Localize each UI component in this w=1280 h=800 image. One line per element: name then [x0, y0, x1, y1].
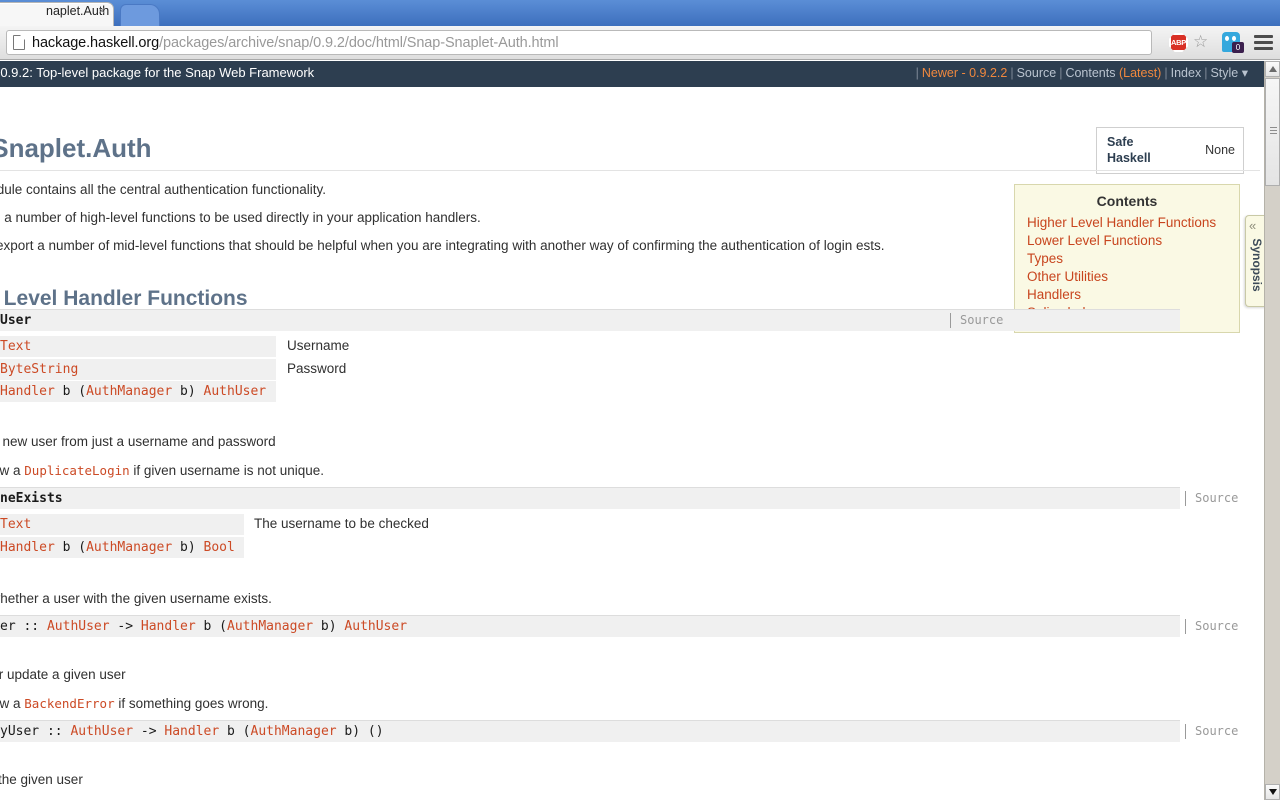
argument-type: ByteString [0, 359, 276, 380]
argument-type-text: Handler b (AuthManager b) AuthUser [0, 384, 267, 399]
bookmark-star-icon[interactable]: ☆ [1193, 33, 1211, 51]
menu-line [1254, 35, 1273, 38]
argument-type: Text [0, 514, 244, 535]
haddock-header-nav: | Newer - 0.9.2.2 | Source | Contents (Latest… [913, 65, 1248, 80]
safe-haskell-value: None [1205, 143, 1235, 157]
url-path: /packages/archive/snap/0.9.2/doc/html/Sn… [159, 34, 559, 51]
entry-description: hrow a BackendError if something goes wr… [0, 696, 269, 711]
adblock-plus-icon[interactable]: ABP [1169, 33, 1188, 52]
source-link[interactable]: Source [1185, 724, 1238, 739]
function-signature-row: er :: AuthUser -> Handler b (AuthManager… [0, 615, 1238, 637]
url-text: hackage.haskell.org/packages/archive/sna… [32, 35, 559, 51]
contents-link-handlers[interactable]: Handlers [1027, 287, 1081, 302]
nav-link-contents[interactable]: Contents [1065, 66, 1115, 80]
signature-text-destroy-user: yUser :: AuthUser -> Handler b (AuthMana… [0, 724, 384, 739]
page-icon [13, 35, 25, 50]
signature-text-create-user: User [0, 313, 32, 328]
function-signature-row: User Source [0, 309, 1180, 331]
contents-link-lower-level-functions[interactable]: Lower Level Functions [1027, 233, 1162, 248]
page-viewport: -0.9.2: Top-level package for the Snap W… [0, 61, 1280, 800]
chevron-left-icon: « [1249, 218, 1257, 233]
entry-description: e a new user from just a username and pa… [0, 434, 276, 449]
new-tab-button[interactable] [120, 4, 160, 26]
list-item: Other Utilities [1027, 268, 1239, 286]
signature-text-save-user: er :: AuthUser -> Handler b (AuthManager… [0, 619, 408, 634]
menu-line [1254, 46, 1273, 50]
list-item: Handlers [1027, 286, 1239, 304]
nav-separator: | [1059, 66, 1063, 80]
list-item: Higher Level Handler Functions [1027, 214, 1239, 232]
scroll-down-button[interactable] [1265, 784, 1280, 800]
contents-link-other-utilities[interactable]: Other Utilities [1027, 269, 1108, 284]
contents-list: Higher Level Handler Functions Lower Lev… [1015, 214, 1239, 322]
nav-link-source[interactable]: Source [1017, 66, 1057, 80]
contents-link-higher-level-handler-functions[interactable]: Higher Level Handler Functions [1027, 215, 1216, 230]
address-bar[interactable]: hackage.haskell.org/packages/archive/sna… [6, 30, 1152, 55]
scroll-up-button[interactable] [1265, 61, 1280, 77]
navigation-toolbar: hackage.haskell.org/packages/archive/sna… [0, 26, 1280, 60]
entry-description: oy the given user [0, 772, 83, 787]
haddock-header-bar: -0.9.2: Top-level package for the Snap W… [0, 61, 1264, 87]
intro-paragraph-2: orts a number of high-level functions to… [0, 210, 481, 225]
entry-description: e or update a given user [0, 667, 126, 682]
title-divider [0, 170, 1260, 171]
argument-doc: Username [287, 338, 350, 353]
extension-badge-count: 0 [1232, 42, 1244, 53]
nav-link-index[interactable]: Index [1171, 66, 1202, 80]
argument-type: Text [0, 336, 276, 357]
safe-haskell-table: Safe Haskell None [1096, 127, 1244, 174]
argument-type: Handler b (AuthManager b) AuthUser [0, 381, 276, 402]
argument-type-text: Handler b (AuthManager b) Bool [0, 540, 235, 555]
synopsis-label: Synopsis [1250, 238, 1264, 292]
contents-link-types[interactable]: Types [1027, 251, 1063, 266]
source-link[interactable]: Source [950, 313, 1003, 328]
url-host: hackage.haskell.org [32, 34, 160, 51]
function-signature-row: neExists Source [0, 487, 1238, 509]
nav-separator: | [1010, 66, 1014, 80]
safe-haskell-label: Safe Haskell [1107, 135, 1151, 165]
triangle-down-icon [1268, 789, 1277, 795]
synopsis-toggle-tab[interactable]: « Synopsis [1245, 215, 1266, 307]
nav-link-newer[interactable]: Newer - 0.9.2.2 [922, 66, 1007, 80]
page-title: .Snaplet.Auth [0, 133, 152, 163]
document-content: Safe Haskell None .Snaplet.Auth module c… [0, 87, 1266, 800]
contents-title: Contents [1096, 193, 1158, 209]
close-icon[interactable]: × [98, 4, 106, 18]
nav-separator: | [915, 66, 919, 80]
argument-doc: The username to be checked [254, 516, 429, 531]
nav-separator: | [1164, 66, 1168, 80]
hamburger-menu-icon[interactable] [1254, 35, 1273, 50]
source-link[interactable]: Source [1185, 619, 1238, 634]
triangle-up-icon [1268, 66, 1277, 72]
argument-doc: Password [287, 361, 347, 376]
package-title: -0.9.2: Top-level package for the Snap W… [0, 65, 315, 80]
nav-link-contents-latest[interactable]: (Latest) [1119, 66, 1161, 80]
nav-separator: | [1204, 66, 1208, 80]
section-heading-higher-level: er Level Handler Functions [0, 287, 248, 310]
function-signature-row: yUser :: AuthUser -> Handler b (AuthMana… [0, 720, 1238, 742]
list-item: Lower Level Functions [1027, 232, 1239, 250]
list-item: Types [1027, 250, 1239, 268]
argument-type: Handler b (AuthManager b) Bool [0, 537, 244, 558]
browser-window: naplet.Auth × hackage.haskell.org/packag… [0, 0, 1280, 800]
nav-link-style[interactable]: Style ▾ [1210, 66, 1248, 80]
intro-paragraph-1: module contains all the central authenti… [0, 182, 326, 197]
source-link[interactable]: Source [1185, 491, 1238, 506]
intro-paragraph-3: so export a number of mid-level function… [0, 238, 885, 253]
vertical-scrollbar[interactable] [1264, 61, 1280, 800]
grip-lines [1270, 127, 1277, 128]
signature-text-username-exists: neExists [0, 491, 63, 506]
entry-description: hrow a DuplicateLogin if given username … [0, 463, 325, 478]
entry-description: k whether a user with the given username… [0, 591, 272, 606]
menu-line [1254, 40, 1273, 44]
tab-strip: naplet.Auth × [0, 0, 1280, 26]
scrollbar-thumb[interactable] [1265, 78, 1280, 186]
